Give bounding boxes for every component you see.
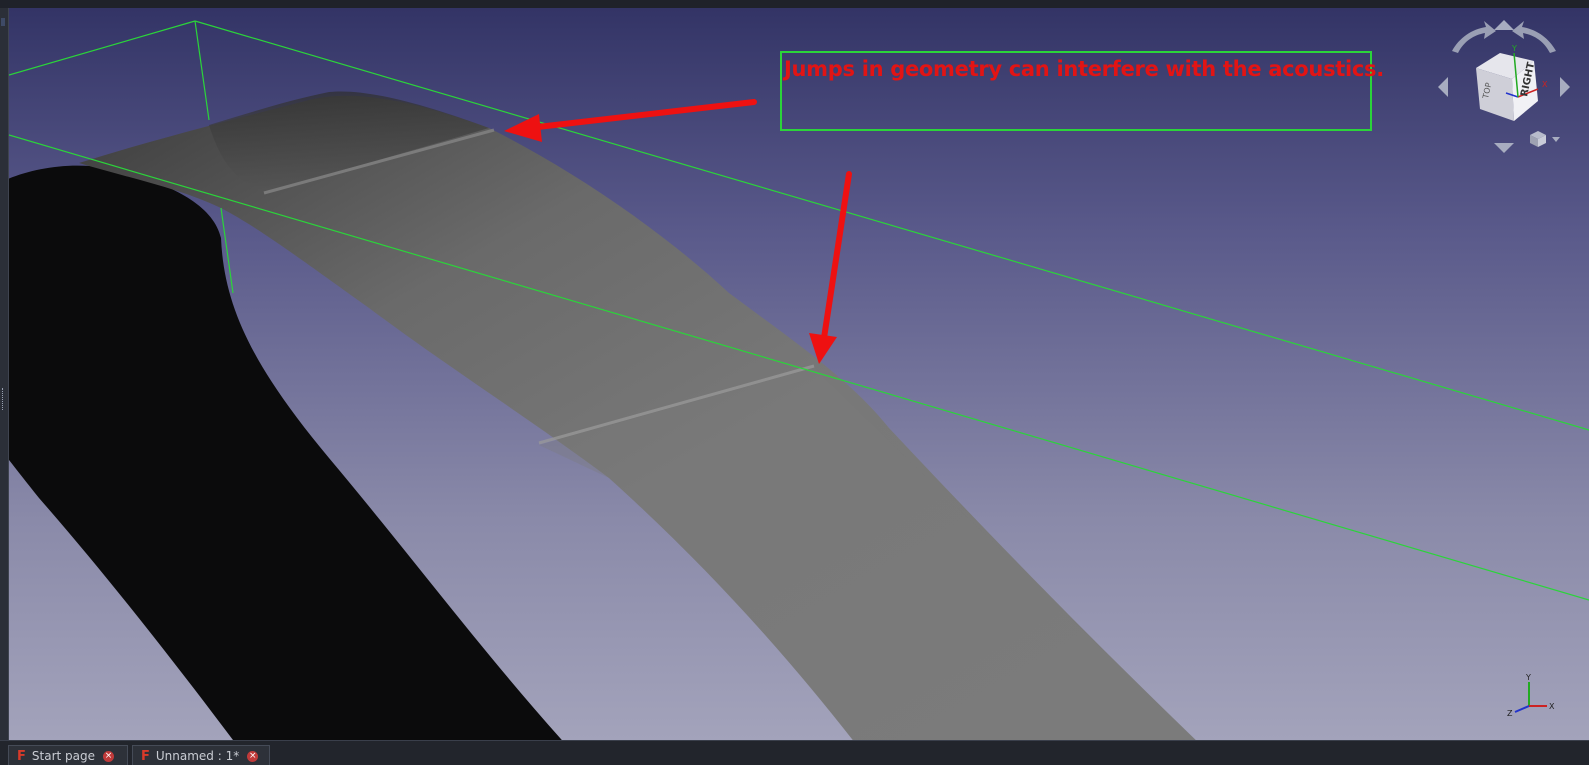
tab-unnamed-document[interactable]: F Unnamed : 1* ×	[132, 745, 270, 765]
freecad-logo-icon: F	[17, 749, 26, 764]
annotation-box: Jumps in geometry can interfere with the…	[780, 51, 1384, 131]
arrow-left-icon[interactable]	[1438, 77, 1448, 97]
cube-body[interactable]: RIGHT TOP Y X	[1476, 44, 1548, 121]
axis-z-line	[1514, 705, 1530, 713]
document-tab-bar: F Start page × F Unnamed : 1* ×	[0, 740, 1589, 765]
axis-y-label: Y	[1525, 673, 1531, 682]
3d-viewport[interactable]: Jumps in geometry can interfere with the…	[9, 8, 1589, 740]
dock-indicator	[1, 18, 5, 26]
rotate-right-icon[interactable]	[1512, 21, 1556, 53]
tab-start-page[interactable]: F Start page ×	[8, 745, 128, 765]
view-menu-icon[interactable]	[1530, 131, 1560, 147]
axis-z-label: Z	[1507, 709, 1513, 718]
freecad-logo-icon: F	[141, 749, 150, 764]
left-dock-strip	[0, 8, 9, 740]
arrow-right-icon[interactable]	[1560, 77, 1570, 97]
cube-axis-x: X	[1542, 80, 1548, 89]
arrow-down-icon[interactable]	[1494, 143, 1514, 153]
cube-axis-y: Y	[1511, 44, 1517, 53]
navigation-cube[interactable]: RIGHT TOP Y X	[1434, 13, 1574, 153]
close-icon[interactable]: ×	[103, 751, 114, 762]
close-icon[interactable]: ×	[247, 751, 259, 762]
annotation-arrow-upper	[504, 99, 757, 142]
tab-label: Start page	[31, 749, 95, 763]
axis-x-label: X	[1549, 702, 1555, 711]
rotate-left-icon[interactable]	[1452, 21, 1496, 53]
splitter-handle[interactable]	[2, 388, 6, 410]
annotation-text: Jumps in geometry can interfere with the…	[784, 57, 1384, 81]
axis-indicator: Y X Z	[1507, 673, 1555, 718]
tab-label: Unnamed : 1*	[155, 749, 240, 763]
arrow-up-icon[interactable]	[1494, 20, 1514, 30]
